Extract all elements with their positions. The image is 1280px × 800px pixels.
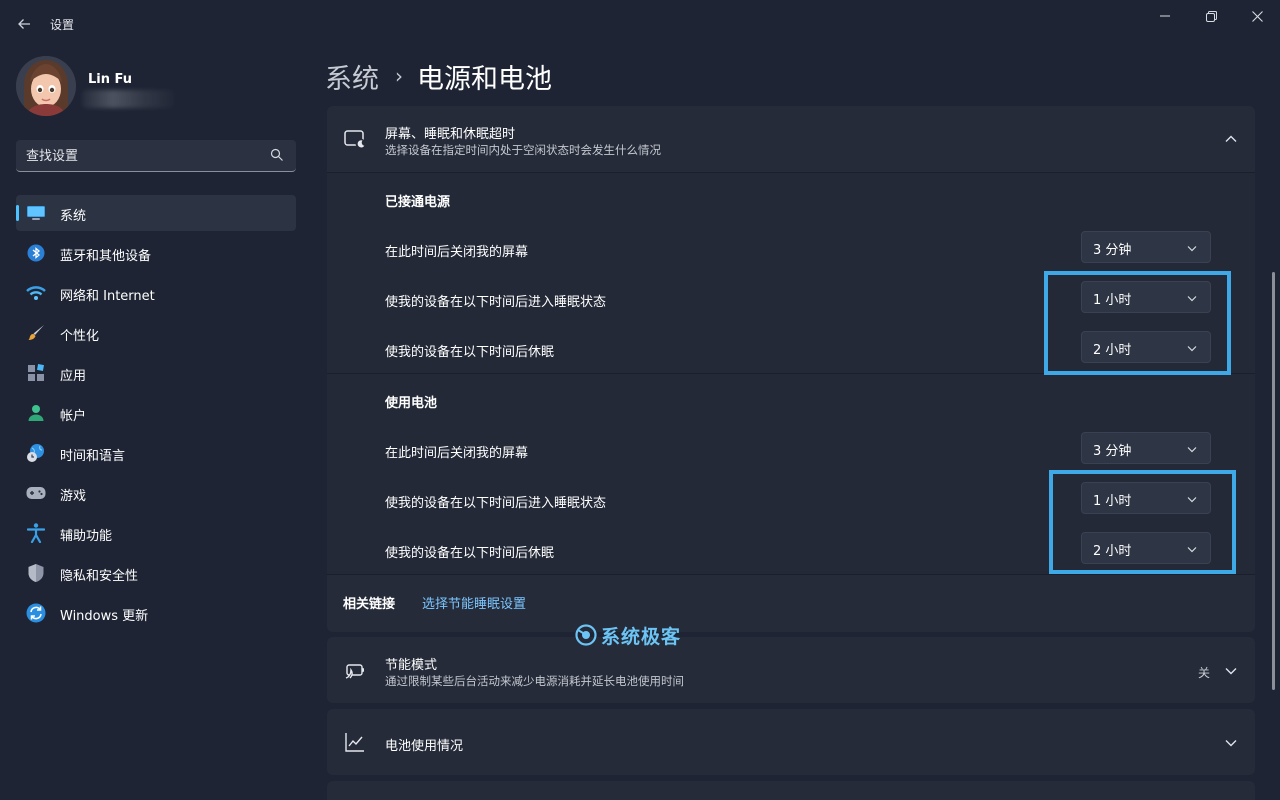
apps-icon — [26, 363, 46, 383]
sidebar-item-label: 隐私和安全性 — [60, 569, 139, 584]
title-bar: 设置 — [0, 0, 1280, 48]
app-title: 设置 — [50, 18, 75, 32]
next-card-partial — [327, 781, 1255, 800]
minimize-icon — [1160, 15, 1170, 17]
watermark: 系统极客 — [575, 620, 681, 650]
battery-sleep-label: 使我的设备在以下时间后进入睡眠状态 — [385, 496, 607, 511]
energy-saver-subtitle: 通过限制某些后台活动来减少电源消耗并延长电池使用时间 — [385, 674, 684, 688]
battery-hibernate-label: 使我的设备在以下时间后休眠 — [385, 546, 555, 561]
sidebar-item-label: Windows 更新 — [60, 609, 149, 624]
energy-saver-icon — [345, 664, 364, 679]
sidebar-item-accessibility[interactable]: 辅助功能 — [16, 515, 296, 551]
close-button[interactable] — [1234, 0, 1280, 32]
sidebar-item-privacy[interactable]: 隐私和安全性 — [16, 555, 296, 591]
energy-saver-status: 关 — [1198, 666, 1211, 680]
chevron-down-icon[interactable] — [1224, 664, 1238, 678]
plugged-screen-off-label: 在此时间后关闭我的屏幕 — [385, 245, 529, 260]
sidebar-item-system[interactable]: 系统 — [16, 195, 296, 231]
dropdown-value: 3 分钟 — [1093, 444, 1132, 459]
dropdown-value: 3 分钟 — [1093, 243, 1132, 258]
screen-sleep-subtitle: 选择设备在指定时间内处于空闲状态时会发生什么情况 — [385, 143, 661, 157]
accessibility-icon — [26, 523, 46, 543]
sidebar-item-label: 蓝牙和其他设备 — [60, 249, 152, 264]
related-links-title: 相关链接 — [343, 597, 396, 612]
search-icon[interactable] — [270, 148, 284, 162]
plugged-screen-off-dropdown[interactable]: 3 分钟 — [1081, 231, 1211, 263]
energy-sleep-settings-link[interactable]: 选择节能睡眠设置 — [422, 593, 526, 612]
sidebar-item-bluetooth[interactable]: 蓝牙和其他设备 — [16, 235, 296, 271]
highlight-box — [1044, 271, 1231, 375]
sidebar-nav: 系统 蓝牙和其他设备 网络和 Internet 个性化 应用 帐户 时间和语言 … — [16, 195, 296, 635]
on-battery-title: 使用电池 — [385, 396, 438, 411]
user-email-blurred — [82, 90, 174, 108]
sidebar-item-gaming[interactable]: 游戏 — [16, 475, 296, 511]
shield-icon — [26, 563, 46, 583]
sidebar-item-label: 时间和语言 — [60, 449, 126, 464]
sidebar-item-windows-update[interactable]: Windows 更新 — [16, 595, 296, 631]
chevron-down-icon — [1187, 246, 1197, 252]
scrollbar-thumb[interactable] — [1272, 272, 1275, 690]
plugged-hibernate-label: 使我的设备在以下时间后休眠 — [385, 345, 555, 360]
chart-line-icon — [345, 733, 364, 752]
screen-sleep-title: 屏幕、睡眠和休眠超时 — [385, 127, 516, 142]
breadcrumb-separator: › — [395, 64, 403, 88]
plugged-sleep-label: 使我的设备在以下时间后进入睡眠状态 — [385, 295, 607, 310]
bluetooth-icon — [26, 243, 46, 263]
sidebar-item-label: 个性化 — [60, 329, 100, 344]
energy-saver-title: 节能模式 — [385, 658, 438, 673]
avatar[interactable] — [16, 56, 76, 116]
battery-usage-card[interactable]: 电池使用情况 — [327, 709, 1255, 775]
sidebar-item-network[interactable]: 网络和 Internet — [16, 275, 296, 311]
sidebar-item-label: 帐户 — [60, 409, 87, 424]
close-icon — [1251, 10, 1263, 22]
related-links: 相关链接 选择节能睡眠设置 — [327, 574, 1255, 632]
battery-screen-off-dropdown[interactable]: 3 分钟 — [1081, 432, 1211, 464]
screen-sleep-icon — [344, 130, 366, 149]
person-icon — [26, 403, 46, 423]
brush-icon — [26, 323, 46, 343]
watermark-text: 系统极客 — [601, 625, 682, 648]
sidebar-item-accounts[interactable]: 帐户 — [16, 395, 296, 431]
back-button[interactable] — [10, 10, 38, 38]
sidebar-item-label: 网络和 Internet — [60, 289, 155, 304]
user-profile[interactable]: Lin Fu — [16, 56, 296, 120]
user-name: Lin Fu — [88, 72, 133, 87]
battery-usage-title: 电池使用情况 — [385, 739, 464, 754]
breadcrumb: 系统 › 电源和电池 — [325, 56, 552, 96]
sidebar-item-label: 系统 — [60, 209, 87, 224]
update-icon — [26, 603, 46, 623]
wifi-icon — [26, 283, 46, 303]
highlight-box — [1049, 470, 1236, 574]
battery-screen-off-label: 在此时间后关闭我的屏幕 — [385, 446, 529, 461]
chevron-up-icon[interactable] — [1224, 132, 1238, 146]
sidebar-item-time-language[interactable]: 时间和语言 — [16, 435, 296, 471]
chevron-down-icon — [1187, 447, 1197, 453]
sidebar-item-label: 应用 — [60, 369, 87, 384]
search-input[interactable] — [26, 147, 256, 165]
breadcrumb-parent[interactable]: 系统 — [325, 57, 379, 96]
monitor-icon — [26, 203, 46, 223]
plugged-in-title: 已接通电源 — [385, 195, 451, 210]
page-title: 电源和电池 — [417, 63, 552, 95]
energy-saver-card[interactable]: 节能模式 通过限制某些后台活动来减少电源消耗并延长电池使用时间 关 — [327, 637, 1255, 703]
chevron-down-icon[interactable] — [1224, 736, 1238, 750]
sidebar-item-apps[interactable]: 应用 — [16, 355, 296, 391]
arrow-left-icon — [18, 19, 30, 29]
restore-button[interactable] — [1188, 0, 1234, 32]
minimize-button[interactable] — [1142, 0, 1188, 32]
sidebar-item-label: 游戏 — [60, 489, 87, 504]
watermark-logo-icon — [575, 624, 597, 646]
search-box[interactable] — [16, 140, 296, 172]
gamepad-icon — [26, 483, 46, 503]
screen-sleep-header[interactable]: 屏幕、睡眠和休眠超时 选择设备在指定时间内处于空闲状态时会发生什么情况 — [327, 106, 1255, 172]
sidebar-item-personalization[interactable]: 个性化 — [16, 315, 296, 351]
sidebar-item-label: 辅助功能 — [60, 529, 113, 544]
restore-icon — [1205, 10, 1217, 22]
globe-clock-icon — [26, 443, 46, 463]
